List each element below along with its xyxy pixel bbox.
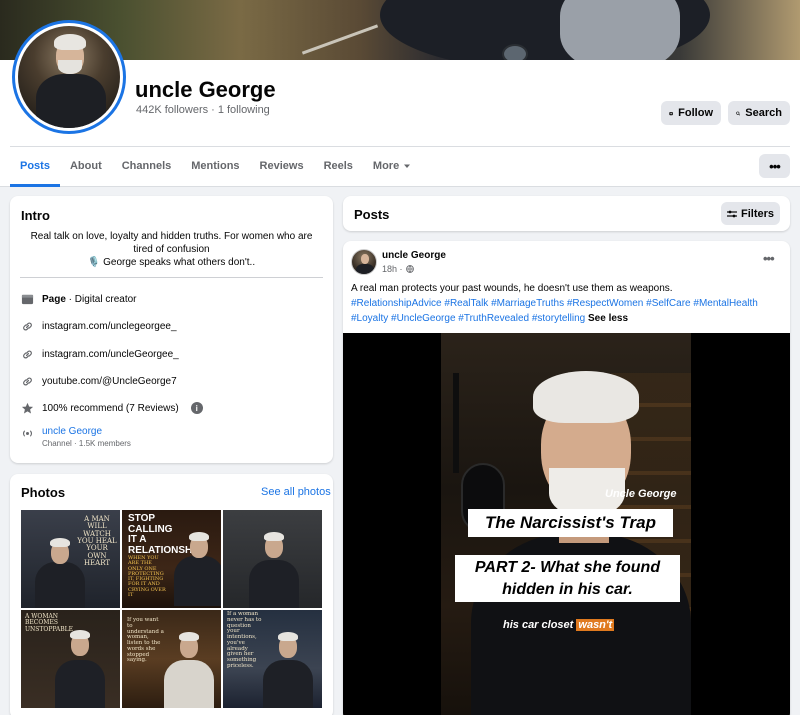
bio: Real talk on love, loyalty and hidden tr…	[30, 231, 313, 268]
video-name-caption: Uncle George	[605, 488, 677, 500]
channel-row[interactable]: uncle George Channel · 1.5K members	[20, 426, 131, 448]
info-icon[interactable]: i	[190, 402, 203, 414]
filters-icon	[726, 210, 737, 217]
photos-card: Photos See all photos A MAN WILL WATCH Y…	[10, 474, 333, 715]
follow-icon	[669, 111, 673, 115]
tab-posts[interactable]: Posts	[10, 147, 60, 187]
search-button[interactable]: Search	[728, 101, 790, 125]
photo-thumbnail[interactable]: If a woman never has to question your in…	[223, 610, 322, 708]
post-hashtags[interactable]: #RelationshipAdvice #RealTalk #MarriageT…	[351, 298, 758, 324]
posts-title: Posts	[354, 207, 390, 222]
broadcast-icon	[20, 426, 34, 440]
photo-thumbnail[interactable]: STOP CALLING IT A RELATIONSHIP WHEN YOU …	[122, 510, 221, 608]
link-row-1[interactable]: instagram.com/unclegeorgee_	[20, 319, 177, 333]
star-icon	[20, 401, 34, 415]
intro-card: Intro Real talk on love, loyalty and hid…	[10, 196, 333, 463]
see-all-photos-link[interactable]: See all photos	[261, 486, 331, 498]
following-count[interactable]: 1 following	[218, 104, 270, 116]
tab-about[interactable]: About	[60, 147, 112, 185]
globe-icon	[405, 265, 414, 273]
link-row-3[interactable]: youtube.com/@UncleGeorge7	[20, 374, 177, 388]
tab-more[interactable]: More	[363, 147, 421, 185]
post-text: A real man protects your past wounds, he…	[351, 283, 758, 324]
tab-reels[interactable]: Reels	[314, 147, 363, 185]
tab-channels[interactable]: Channels	[112, 147, 182, 185]
post-video[interactable]: Uncle George The Narcissist's Trap PART …	[343, 333, 790, 715]
post-card: uncle George 18h · ••• A real man protec…	[343, 241, 790, 715]
followers-count[interactable]: 442K followers	[136, 104, 208, 116]
page-flag-icon	[20, 292, 34, 306]
post-author-name[interactable]: uncle George	[382, 250, 446, 261]
profile-menu-button[interactable]: •••	[759, 154, 790, 178]
see-less-link[interactable]: See less	[588, 313, 628, 324]
recommend-row: 100% recommend (7 Reviews) i	[20, 401, 203, 415]
posts-header: Posts Filters	[343, 196, 790, 231]
photo-thumbnail[interactable]	[223, 510, 322, 608]
photo-thumbnail[interactable]: A MAN WILL WATCH YOU HEAL YOUR OWN HEART	[21, 510, 120, 608]
photo-thumbnail[interactable]: A WOMAN BECOMES UNSTOPPABLE	[21, 610, 120, 708]
tab-reviews[interactable]: Reviews	[250, 147, 314, 185]
link-icon	[20, 374, 34, 388]
photo-thumbnail[interactable]: If you want to understand a woman, liste…	[122, 610, 221, 708]
post-timestamp: 18h ·	[382, 264, 414, 274]
link-icon	[20, 347, 34, 361]
video-part-caption: PART 2- What she found hidden in his car…	[455, 555, 680, 602]
post-menu-button[interactable]: •••	[763, 251, 775, 266]
channel-link[interactable]: uncle George	[42, 426, 131, 437]
photos-title: Photos	[21, 485, 66, 500]
page-title: uncle George	[135, 77, 276, 102]
link-icon	[20, 319, 34, 333]
video-title-caption: The Narcissist's Trap	[468, 509, 673, 537]
bio-divider	[20, 277, 323, 278]
tab-mentions[interactable]: Mentions	[181, 147, 249, 185]
follow-stats: 442K followers · 1 following	[136, 104, 270, 116]
intro-title: Intro	[21, 208, 50, 223]
filters-button[interactable]: Filters	[721, 202, 780, 225]
category-row: Page · Digital creator	[20, 292, 136, 306]
profile-tabs: Posts About Channels Mentions Reviews Re…	[10, 147, 421, 187]
caret-down-icon	[404, 164, 411, 168]
post-author-avatar[interactable]	[351, 249, 377, 275]
photo-grid: A MAN WILL WATCH YOU HEAL YOUR OWN HEART…	[21, 510, 322, 708]
search-icon	[736, 111, 741, 115]
follow-button[interactable]: Follow	[661, 101, 721, 125]
link-row-2[interactable]: instagram.com/uncleGeorgee_	[20, 347, 179, 361]
profile-avatar[interactable]	[12, 20, 126, 134]
channel-members: Channel · 1.5K members	[42, 439, 131, 448]
video-subtitle: his car closet wasn't	[503, 619, 615, 631]
